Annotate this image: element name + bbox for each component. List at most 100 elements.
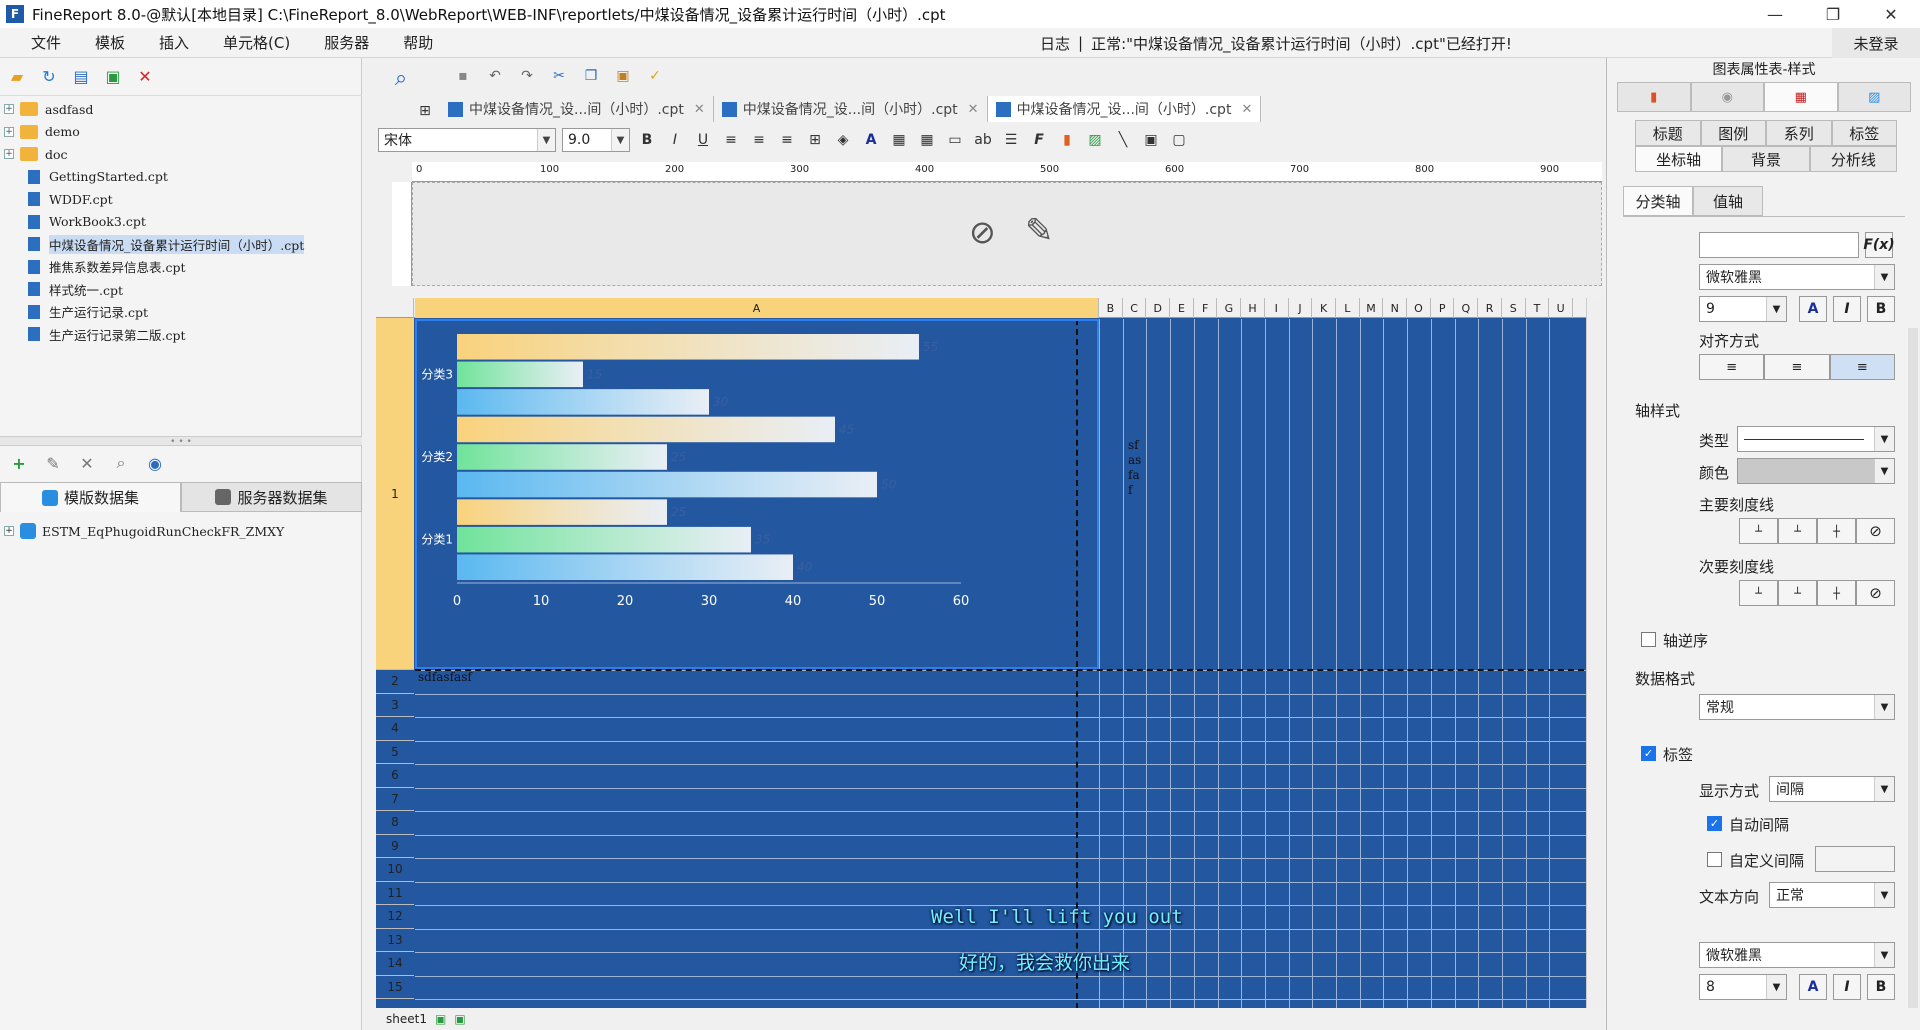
tree-item[interactable]: + doc bbox=[0, 143, 362, 166]
bar-分类3-s0[interactable] bbox=[457, 389, 709, 415]
label-font-select[interactable]: 微软雅黑 ▼ bbox=[1699, 942, 1895, 968]
preview-report-icon[interactable]: ⌕ bbox=[386, 58, 416, 98]
tab-value-axis[interactable]: 值轴 bbox=[1693, 186, 1763, 216]
preview-icon[interactable]: ⌕ bbox=[110, 452, 132, 474]
line-type-select[interactable]: ▼ bbox=[1737, 426, 1895, 452]
tree-item[interactable]: WDDF.cpt bbox=[0, 188, 362, 211]
tree-item[interactable]: GettingStarted.cpt bbox=[0, 166, 362, 189]
tab-series[interactable]: 系列 bbox=[1766, 120, 1832, 146]
edit-icon[interactable]: ✎ bbox=[42, 452, 64, 474]
tree-item[interactable]: 生产运行记录第二版.cpt bbox=[0, 323, 362, 346]
bold-icon[interactable]: B bbox=[1867, 974, 1895, 1000]
axis-font-select[interactable]: 微软雅黑 ▼ bbox=[1699, 264, 1895, 290]
cut-icon[interactable]: ✂ bbox=[548, 65, 570, 87]
column-header-l[interactable]: L bbox=[1336, 298, 1360, 318]
column-header-g[interactable]: G bbox=[1218, 298, 1242, 318]
column-header-e[interactable]: E bbox=[1170, 298, 1194, 318]
split-cells-icon[interactable]: ▦ bbox=[916, 129, 938, 151]
bar-分类3-s1[interactable] bbox=[457, 361, 583, 388]
tab-close-icon[interactable]: ✕ bbox=[1241, 102, 1252, 117]
italic-icon[interactable]: I bbox=[1833, 296, 1861, 322]
italic-icon[interactable]: I bbox=[664, 129, 686, 151]
custom-interval-input[interactable] bbox=[1815, 846, 1895, 872]
close-button[interactable]: ✕ bbox=[1862, 0, 1920, 28]
label-checkbox[interactable]: ✓ bbox=[1641, 746, 1656, 761]
row-header-6[interactable]: 6 bbox=[376, 764, 414, 788]
column-header-q[interactable]: Q bbox=[1455, 298, 1479, 318]
tree-item[interactable]: + demo bbox=[0, 121, 362, 144]
menu-server[interactable]: 服务器 bbox=[307, 32, 386, 53]
font-size-select[interactable]: 9.0 ▼ bbox=[562, 128, 630, 152]
merge-cells-icon[interactable]: ▦ bbox=[888, 129, 910, 151]
text-format-icon[interactable]: ab bbox=[972, 129, 994, 151]
column-header-u[interactable]: U bbox=[1549, 298, 1573, 318]
tick-inside-icon[interactable]: ┴ bbox=[1739, 580, 1778, 606]
auto-interval-checkbox[interactable]: ✓ bbox=[1707, 816, 1722, 831]
tree-item[interactable]: + asdfasd bbox=[0, 98, 362, 121]
row-header-8[interactable]: 8 bbox=[376, 811, 414, 835]
row-header-7[interactable]: 7 bbox=[376, 788, 414, 811]
new-tab-icon[interactable]: ⊞ bbox=[414, 100, 436, 122]
paste-icon[interactable]: ▣ bbox=[612, 65, 634, 87]
menu-cell[interactable]: 单元格(C) bbox=[206, 32, 307, 53]
tab-template-dataset[interactable]: 模版数据集 bbox=[0, 482, 181, 512]
row-header-3[interactable]: 3 bbox=[376, 694, 414, 717]
align-center-icon[interactable]: ≡ bbox=[1764, 354, 1830, 380]
chart-data-icon[interactable]: ◉ bbox=[1690, 82, 1764, 112]
axis-font-size-select[interactable]: 9 ▼ bbox=[1699, 296, 1787, 322]
report-header-area[interactable]: ⊘ ✎ bbox=[412, 182, 1602, 286]
text-cell-icon[interactable]: ▭ bbox=[944, 129, 966, 151]
tab-template[interactable]: 中煤设备情况_设...间（小时）.cpt ✕ bbox=[440, 96, 714, 122]
chart-effect-icon[interactable]: ▨ bbox=[1837, 82, 1911, 112]
row-header-14[interactable]: 14 bbox=[376, 952, 414, 976]
tree-item[interactable]: WorkBook3.cpt bbox=[0, 211, 362, 234]
column-header-n[interactable]: N bbox=[1383, 298, 1408, 318]
tab-analysis-line[interactable]: 分析线 bbox=[1809, 146, 1897, 172]
add-sheet-copy-icon[interactable]: ▣ bbox=[454, 1012, 465, 1026]
tree-item-selected[interactable]: 中煤设备情况_设备累计运行时间（小时）.cpt bbox=[0, 233, 362, 256]
tree-item[interactable]: 样式统一.cpt bbox=[0, 278, 362, 301]
insert-image-icon[interactable]: ▨ bbox=[1084, 129, 1106, 151]
column-header-c[interactable]: C bbox=[1123, 298, 1147, 318]
cell-b1[interactable]: sf as fa f bbox=[1128, 438, 1144, 498]
tick-cross-icon[interactable]: ┼ bbox=[1817, 580, 1856, 606]
delete-icon[interactable]: ✕ bbox=[134, 66, 156, 88]
bold-icon[interactable]: B bbox=[636, 129, 658, 151]
bar-分类3-s2[interactable] bbox=[457, 334, 919, 360]
tab-category-axis[interactable]: 分类轴 bbox=[1623, 186, 1693, 216]
column-header-b[interactable]: B bbox=[1099, 298, 1123, 318]
database-icon[interactable]: ◉ bbox=[144, 452, 166, 474]
row-header-1[interactable]: 1 bbox=[376, 318, 414, 670]
row-header-5[interactable]: 5 bbox=[376, 741, 414, 764]
column-header-i[interactable]: I bbox=[1265, 298, 1289, 318]
column-header-k[interactable]: K bbox=[1312, 298, 1336, 318]
column-header-f[interactable]: F bbox=[1194, 298, 1218, 318]
font-color-icon[interactable]: A bbox=[1799, 974, 1827, 1000]
row-header-11[interactable]: 11 bbox=[376, 882, 414, 905]
formula-button[interactable]: F(x) bbox=[1863, 232, 1895, 258]
menu-template[interactable]: 模板 bbox=[78, 32, 142, 53]
format-painter-icon[interactable]: ✓ bbox=[644, 65, 666, 87]
tick-inside-icon[interactable]: ┴ bbox=[1739, 518, 1778, 544]
display-mode-select[interactable]: 间隔 ▼ bbox=[1769, 776, 1895, 802]
vertical-scrollbar[interactable] bbox=[1586, 298, 1604, 1008]
tab-close-icon[interactable]: ✕ bbox=[968, 102, 979, 117]
copy-icon[interactable]: ❐ bbox=[580, 65, 602, 87]
align-right-icon[interactable]: ≡ bbox=[1829, 354, 1895, 380]
hide-eye-icon[interactable]: ⊘ bbox=[969, 213, 996, 251]
open-folder-icon[interactable]: ▰ bbox=[6, 66, 28, 88]
tree-item[interactable]: 推焦系数差异信息表.cpt bbox=[0, 256, 362, 279]
font-color-icon[interactable]: A bbox=[860, 129, 882, 151]
login-button[interactable]: 未登录 bbox=[1832, 28, 1920, 58]
bar-分类2-s2[interactable] bbox=[457, 416, 835, 443]
tab-template[interactable]: 中煤设备情况_设...间（小时）.cpt ✕ bbox=[714, 96, 988, 122]
tab-server-dataset[interactable]: 服务器数据集 bbox=[181, 482, 362, 512]
font-color-icon[interactable]: A bbox=[1799, 296, 1827, 322]
line-color-select[interactable]: ▼ bbox=[1737, 458, 1895, 484]
row-header-10[interactable]: 10 bbox=[376, 858, 414, 882]
align-left-icon[interactable]: ≡ bbox=[720, 129, 742, 151]
row-header-13[interactable]: 13 bbox=[376, 929, 414, 952]
font-family-select[interactable]: 宋体 ▼ bbox=[378, 128, 556, 152]
custom-interval-checkbox[interactable] bbox=[1707, 852, 1722, 867]
formula-icon[interactable]: F bbox=[1028, 129, 1050, 151]
